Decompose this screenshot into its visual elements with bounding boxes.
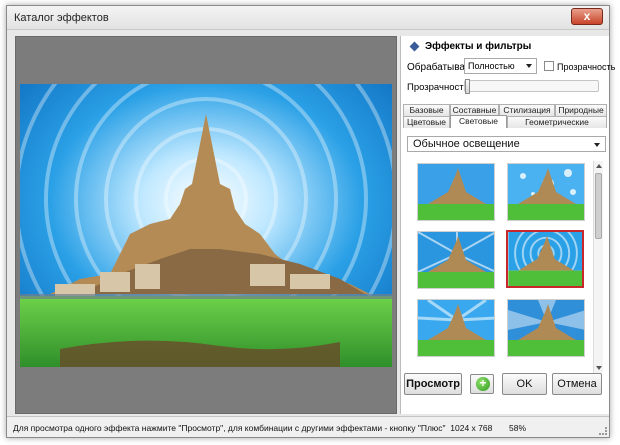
close-button[interactable]: x: [571, 8, 603, 25]
resize-grip-icon[interactable]: [599, 427, 607, 435]
diamond-icon: [409, 41, 420, 52]
status-hint: Для просмотра одного эффекта нажмите "Пр…: [13, 423, 446, 433]
panel-title: Эффекты и фильтры: [425, 41, 532, 52]
thumbnail-4-selected[interactable]: [506, 230, 584, 288]
effect-preset-value: Обычное освещение: [413, 138, 520, 150]
tab-basic[interactable]: Базовые: [403, 104, 450, 116]
status-message: Для просмотра одного эффекта нажмите "Пр…: [13, 423, 492, 433]
process-select-value: Полностью: [468, 61, 515, 71]
transparency-slider-label: Прозрачность: [407, 82, 469, 93]
scrollbar-thumb[interactable]: [595, 173, 602, 239]
status-bar: Для просмотра одного эффекта нажмите "Пр…: [7, 416, 609, 437]
transparency-checkbox-label: Прозрачность: [557, 62, 616, 72]
tab-color[interactable]: Цветовые: [403, 116, 450, 128]
chevron-down-icon: [594, 143, 600, 147]
title-bar: Каталог эффектов x: [7, 6, 609, 30]
thumbnail-1[interactable]: [417, 163, 495, 221]
chevron-down-icon: [526, 64, 532, 68]
plus-circle-icon: +: [476, 377, 490, 391]
thumbnail-3[interactable]: [417, 231, 495, 289]
gallery-scrollbar[interactable]: [593, 161, 603, 373]
panel-header: Эффекты и фильтры: [401, 36, 610, 58]
transparency-slider[interactable]: [464, 79, 599, 94]
thumbnail-5[interactable]: [417, 299, 495, 357]
image-preview: [15, 36, 397, 414]
window-title: Каталог эффектов: [14, 12, 109, 24]
process-select[interactable]: Полностью: [464, 58, 537, 74]
preview-button[interactable]: Просмотр: [404, 373, 462, 395]
tab-geometric[interactable]: Геометрические: [507, 116, 607, 128]
thumbnail-6[interactable]: [507, 299, 585, 357]
effects-gallery: [409, 161, 599, 366]
thumbnail-2[interactable]: [507, 163, 585, 221]
preview-image: [20, 84, 392, 367]
tab-natural[interactable]: Природные: [555, 104, 607, 116]
zoom-level: 58%: [509, 423, 527, 433]
effects-panel: Эффекты и фильтры Обрабатывать Полностью…: [400, 36, 615, 414]
scroll-down-icon[interactable]: [596, 366, 602, 370]
image-dimensions: 1024 x 768: [450, 423, 493, 433]
ok-button[interactable]: OK: [502, 373, 547, 395]
cancel-button[interactable]: Отмена: [552, 373, 602, 395]
scroll-up-icon[interactable]: [596, 164, 602, 168]
tab-light[interactable]: Световые: [450, 115, 507, 128]
plus-button[interactable]: +: [470, 374, 494, 394]
slider-handle[interactable]: [465, 79, 470, 94]
tab-stylization[interactable]: Стилизация: [499, 104, 555, 116]
effects-catalog-window: Каталог эффектов x Эффекты и фильтры Обр…: [6, 5, 615, 438]
effect-preset-select[interactable]: Обычное освещение: [407, 136, 606, 152]
transparency-checkbox[interactable]: [544, 61, 554, 71]
